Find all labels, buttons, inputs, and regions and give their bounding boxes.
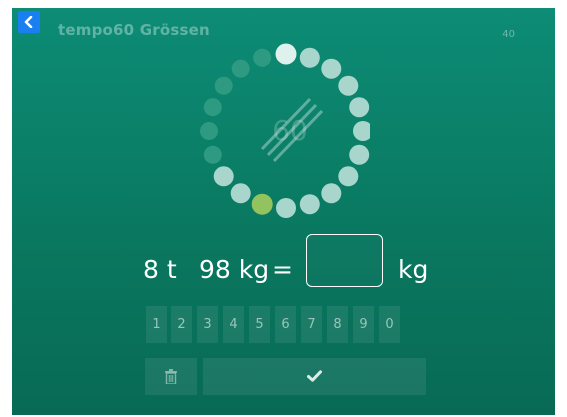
app-window: tempo60 Grössen 40 60 8 t 98 kg = kg 1 2… — [12, 8, 555, 415]
timer-dot — [338, 75, 359, 96]
timer-dot — [338, 166, 359, 187]
timer-dot — [321, 58, 342, 79]
timer-dot — [275, 43, 297, 65]
back-button[interactable] — [18, 11, 40, 33]
page-title: tempo60 Grössen — [58, 21, 210, 39]
timer-label: 60 — [272, 114, 308, 147]
timer-dot — [200, 122, 218, 140]
timer-dot — [299, 47, 320, 68]
answer-input[interactable] — [306, 234, 383, 287]
key-0[interactable]: 0 — [379, 306, 400, 343]
key-3[interactable]: 3 — [197, 306, 218, 343]
delete-button[interactable] — [145, 358, 197, 395]
equation-tons: 8 t — [143, 255, 177, 284]
key-1[interactable]: 1 — [146, 306, 167, 343]
equation-kg: 98 kg — [199, 255, 270, 284]
timer-dot — [276, 198, 296, 218]
timer-dot — [299, 194, 320, 215]
trash-icon — [165, 369, 177, 384]
key-4[interactable]: 4 — [223, 306, 244, 343]
timer-dot — [203, 98, 222, 117]
key-9[interactable]: 9 — [353, 306, 374, 343]
key-6[interactable]: 6 — [275, 306, 296, 343]
timer-dot — [349, 144, 370, 165]
timer-dot — [321, 183, 342, 204]
timer-dot — [213, 166, 234, 187]
countdown-timer: 60 — [200, 41, 373, 219]
key-8[interactable]: 8 — [327, 306, 348, 343]
checkmark-icon — [307, 370, 322, 382]
timer-dot — [203, 145, 222, 164]
key-2[interactable]: 2 — [171, 306, 192, 343]
timer-dot — [214, 76, 233, 95]
timer-dot — [353, 121, 373, 141]
chevron-left-icon — [24, 16, 33, 28]
timer-dot — [349, 97, 370, 118]
timer-dot — [251, 193, 273, 215]
confirm-button[interactable] — [203, 358, 426, 395]
timer-dot — [230, 183, 251, 204]
score-counter: 40 — [502, 29, 515, 40]
key-5[interactable]: 5 — [249, 306, 270, 343]
key-7[interactable]: 7 — [301, 306, 322, 343]
timer-dot — [253, 48, 272, 67]
timer-dial: 60 — [200, 43, 373, 218]
timer-dot — [231, 59, 250, 78]
equation: 8 t 98 kg = kg — [143, 234, 443, 293]
answer-unit: kg — [398, 255, 429, 284]
equals-sign: = — [272, 255, 293, 284]
